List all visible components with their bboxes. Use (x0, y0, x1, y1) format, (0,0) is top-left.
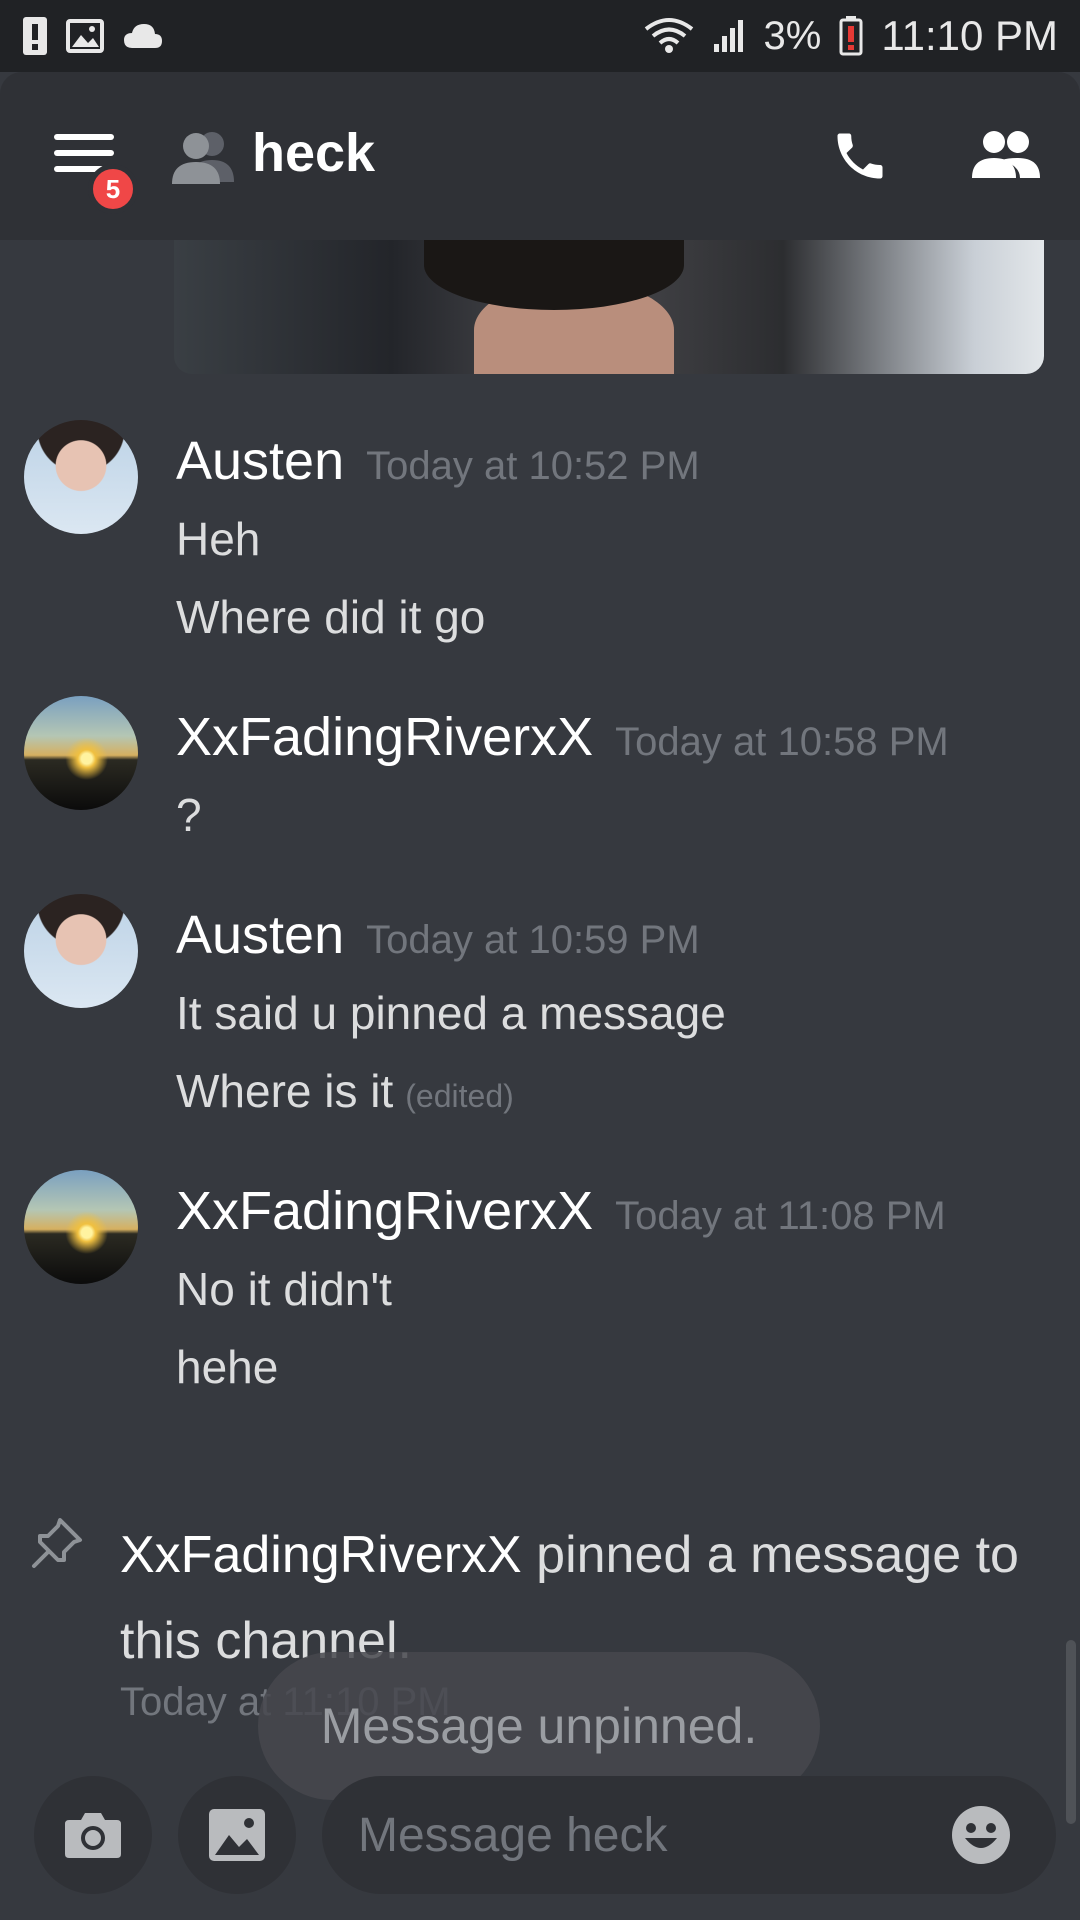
cloud-icon (124, 24, 162, 48)
camera-icon (65, 1813, 121, 1858)
wifi-icon (644, 18, 693, 53)
members-icon[interactable] (972, 130, 1040, 180)
message-header: Austen Today at 10:59 PM (176, 904, 700, 966)
message-text[interactable]: It said u pinned a message (176, 986, 726, 1040)
avatar[interactable] (24, 420, 138, 534)
signal-icon (713, 20, 743, 52)
message-input[interactable] (322, 1776, 1056, 1894)
pin-icon (32, 1518, 82, 1568)
author-name[interactable]: XxFadingRiverxX (176, 1180, 593, 1242)
avatar[interactable] (24, 696, 138, 810)
message-header: XxFadingRiverxX Today at 11:08 PM (176, 1180, 946, 1242)
message-header: XxFadingRiverxX Today at 10:58 PM (176, 706, 949, 768)
author-name[interactable]: XxFadingRiverxX (176, 706, 593, 768)
status-bar: 3% 11:10 PM (0, 0, 1080, 72)
group-dm-icon (172, 132, 234, 184)
battery-percent: 3% (763, 13, 822, 58)
channel-header: 5 heck (0, 72, 1080, 240)
message-text[interactable]: hehe (176, 1340, 278, 1394)
camera-button[interactable] (34, 1776, 152, 1894)
message-timestamp: Today at 10:52 PM (366, 444, 700, 488)
menu-line (54, 150, 114, 156)
author-name[interactable]: Austen (176, 904, 344, 966)
status-right: 3% 11:10 PM (644, 12, 1058, 60)
pin-author[interactable]: XxFadingRiverxX (120, 1526, 522, 1584)
avatar[interactable] (24, 894, 138, 1008)
message-text[interactable]: Where did it go (176, 590, 485, 644)
avatar[interactable] (24, 1170, 138, 1284)
chat-screen: 5 heck Austen Today at 10:52 PM Heh Wher… (0, 72, 1080, 1920)
alert-icon (23, 17, 47, 55)
message-timestamp: Today at 10:59 PM (366, 918, 700, 962)
channel-name: heck (252, 123, 376, 183)
message-composer (0, 1776, 1080, 1920)
message-timestamp: Today at 10:58 PM (615, 720, 949, 764)
image-attachment[interactable] (174, 240, 1044, 374)
message-text-edited[interactable]: Where is it (edited) (176, 1064, 514, 1118)
message-timestamp: Today at 11:08 PM (615, 1194, 946, 1238)
menu-line (54, 134, 114, 140)
edited-label: (edited) (405, 1078, 514, 1114)
message-text[interactable]: No it didn't (176, 1262, 392, 1316)
phone-call-icon[interactable] (830, 126, 890, 186)
message-text[interactable]: Heh (176, 512, 260, 566)
author-name[interactable]: Austen (176, 430, 344, 492)
clock: 11:10 PM (881, 12, 1058, 59)
emoji-icon[interactable] (950, 1804, 1012, 1866)
gallery-button[interactable] (178, 1776, 296, 1894)
battery-icon (839, 16, 863, 56)
message-header: Austen Today at 10:52 PM (176, 430, 700, 492)
status-left (22, 16, 164, 56)
message-text: Where is it (176, 1065, 394, 1117)
image-notification-icon (66, 19, 104, 53)
message-text[interactable]: ? (176, 788, 202, 842)
gallery-icon (209, 1809, 265, 1861)
unread-badge: 5 (88, 164, 138, 214)
